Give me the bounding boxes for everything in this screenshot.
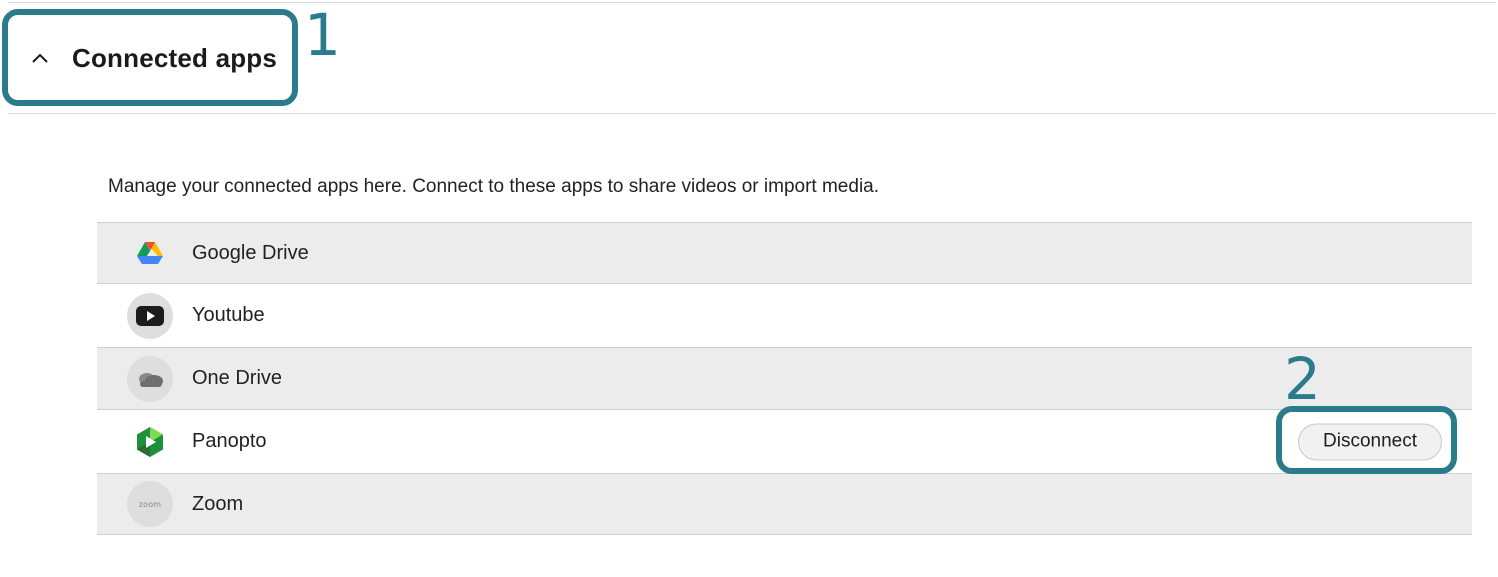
callout-number-1: 1	[304, 1, 341, 69]
app-row-google-drive: Google Drive	[97, 223, 1472, 284]
app-row-zoom: zoom Zoom	[97, 474, 1472, 535]
app-row-onedrive: One Drive	[97, 348, 1472, 410]
section-description: Manage your connected apps here. Connect…	[108, 176, 880, 197]
zoom-icon: zoom	[127, 481, 173, 527]
app-row-youtube: Youtube	[97, 284, 1472, 348]
zoom-icon-text: zoom	[138, 499, 162, 509]
app-name: Google Drive	[192, 241, 309, 264]
header-divider	[8, 113, 1496, 114]
top-divider	[8, 2, 1496, 3]
app-list: Google Drive Youtube One Drive Panopto D…	[97, 222, 1472, 535]
callout-number-2: 2	[1284, 345, 1321, 413]
app-name: One Drive	[192, 367, 283, 389]
google-drive-icon	[127, 230, 173, 276]
callout-box-1	[2, 9, 298, 106]
app-name: Panopto	[192, 430, 267, 452]
connected-apps-page: Connected apps 1 Manage your connected a…	[0, 0, 1498, 577]
panopto-icon	[127, 419, 173, 465]
callout-box-2	[1276, 406, 1457, 474]
app-row-panopto: Panopto Disconnect	[97, 410, 1472, 474]
youtube-icon	[127, 292, 173, 339]
app-name: Zoom	[192, 492, 244, 515]
app-name: Youtube	[192, 304, 265, 326]
onedrive-icon	[127, 355, 173, 402]
